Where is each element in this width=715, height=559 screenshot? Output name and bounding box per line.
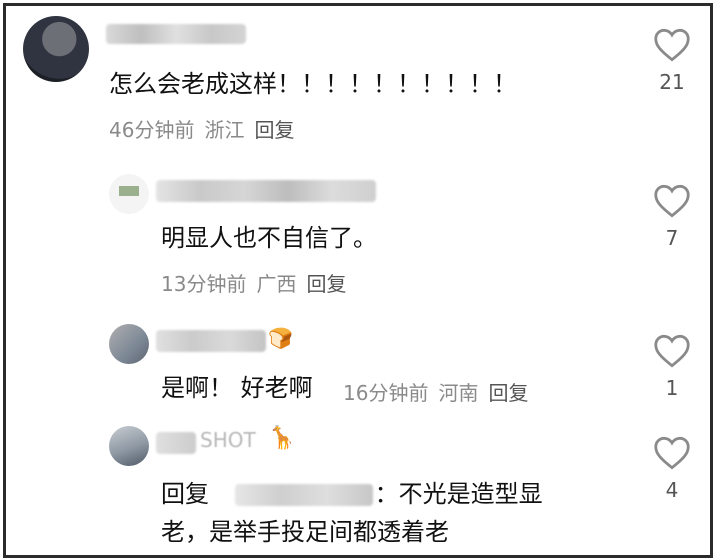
reply-button[interactable]: 回复 [488,381,528,405]
username-visible[interactable]: SHOT [200,428,256,452]
heart-outline-icon [654,334,690,368]
avatar[interactable] [109,426,149,466]
reply-item: 🍞 是啊！ 好老啊 16分钟前 河南 回复 1 [6,316,710,416]
reply-prefix: 回复 [161,480,209,508]
like-count: 1 [665,376,679,400]
comment-time: 13分钟前 [161,272,247,296]
comment-location: 浙江 [204,118,245,142]
comment-location: 广西 [256,272,297,296]
comment-list: 怎么会老成这样！！！！！！！！！！ 46分钟前 浙江 回复 21 明显人也不自信了。… [3,3,713,558]
username-blurred[interactable] [156,432,196,454]
reply-item: SHOT 🦒 回复 ：不光是造型显 老，是举手投足间都透着老 4 [6,418,710,555]
comment-meta: 46分钟前 浙江 回复 [109,114,304,143]
reply-item: 明显人也不自信了。 13分钟前 广西 回复 7 [6,166,710,306]
like-count: 4 [665,478,679,502]
like-button[interactable]: 4 [647,436,697,502]
avatar[interactable] [109,324,149,364]
reply-button[interactable]: 回复 [306,272,346,296]
heart-outline-icon [654,184,690,218]
reply-target-blurred[interactable] [234,484,373,506]
username-blurred[interactable] [156,330,266,352]
heart-outline-icon [654,436,690,470]
comment-text-line1: 不光是造型显 [398,480,543,508]
like-button[interactable]: 1 [647,334,697,400]
like-button[interactable]: 7 [647,184,697,250]
comment-text: 回复 ：不光是造型显 [161,476,543,512]
username-blurred[interactable] [156,180,376,202]
username-emoji: 🍞 [268,326,293,350]
avatar[interactable] [23,16,89,82]
comment-meta: 13分钟前 广西 回复 [161,268,356,297]
comment-location: 河南 [438,381,479,405]
comment-item: 怎么会老成这样！！！！！！！！！！ 46分钟前 浙江 回复 21 [6,6,710,156]
comment-text: 怎么会老成这样！！！！！！！！！！ [109,70,517,98]
heart-outline-icon [654,28,690,62]
reply-button[interactable]: 回复 [254,118,294,142]
comment-time: 46分钟前 [109,118,195,142]
like-button[interactable]: 21 [647,28,697,94]
username-emoji: 🦒 [268,426,296,451]
username-blurred[interactable] [106,24,246,44]
like-count: 21 [659,70,685,94]
comment-text-line2: 老，是举手投足间都透着老 [161,518,449,546]
like-count: 7 [665,226,679,250]
comment-meta: 16分钟前 河南 回复 [343,377,538,406]
comment-text: 是啊！ 好老啊 [161,374,313,402]
comment-time: 16分钟前 [343,381,429,405]
avatar[interactable] [109,174,149,214]
reply-colon: ： [374,480,399,508]
comment-text: 明显人也不自信了。 [161,224,377,252]
